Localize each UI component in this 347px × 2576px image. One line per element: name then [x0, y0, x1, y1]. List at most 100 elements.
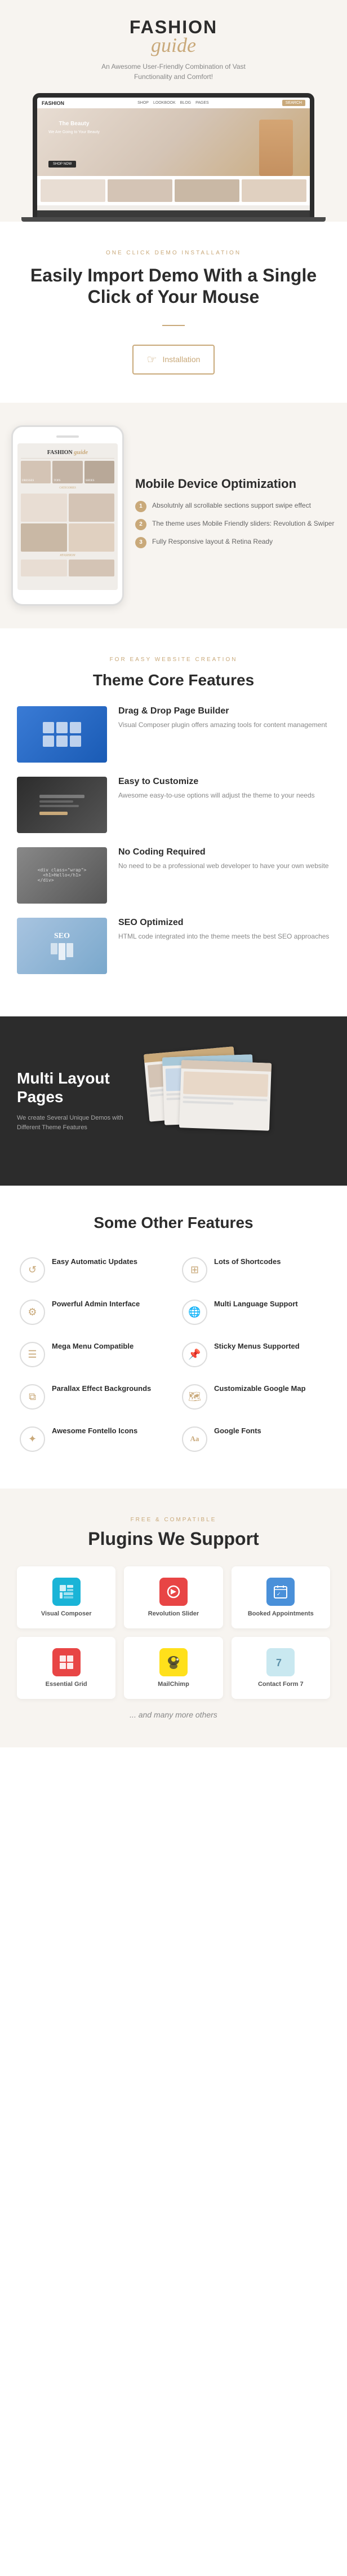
- other-features-title: Some Other Features: [11, 1214, 336, 1232]
- feature-row-coding: <div class="wrap"> <h1>Hello</h1> </div>…: [17, 847, 330, 904]
- feature-img-seo: SEO: [17, 918, 107, 974]
- multi-layout-section: Multi Layout Pages We create Several Uni…: [0, 1016, 347, 1186]
- laptop-mockup: FASHION SHOP LOOKBOOK BLOG PAGES SEARCH …: [33, 93, 314, 222]
- plugins-grid: Visual Composer Revolution Slider ✓: [17, 1566, 330, 1699]
- multi-layout-mockups: [146, 1045, 330, 1157]
- megamenu-icon: ☰: [20, 1342, 45, 1367]
- brand-logo: FASHION guide: [11, 17, 336, 57]
- plugin-book-icon: ✓: [266, 1578, 295, 1606]
- plugin-mail-name: MailChimp: [158, 1681, 189, 1688]
- plugin-essential-grid: Essential Grid: [17, 1637, 115, 1699]
- plugin-vc-name: Visual Composer: [41, 1610, 92, 1617]
- mobile-feature-1: 1 Absolutnly all scrollable sections sup…: [135, 501, 336, 512]
- feature-text-customize: Easy to Customize Awesome easy-to-use op…: [118, 777, 330, 801]
- phone-outer: FASHION guide DRESSES TOPS SHOES CATEGOR…: [11, 425, 124, 606]
- svg-text:7: 7: [276, 1657, 282, 1668]
- plugin-visual-composer: Visual Composer: [17, 1566, 115, 1628]
- phone-categories-label: CATEGORIES: [21, 485, 114, 491]
- feature-grid-item-fontello: ✦ Awesome Fontello Icons: [11, 1418, 174, 1460]
- plugin-rev-icon: [159, 1578, 188, 1606]
- feature-row-customize: Easy to Customize Awesome easy-to-use op…: [17, 777, 330, 833]
- sticky-icon: 📌: [182, 1342, 207, 1367]
- laptop-base: [21, 217, 326, 222]
- plugin-grid-name: Essential Grid: [46, 1681, 87, 1688]
- multilang-title: Multi Language Support: [214, 1300, 298, 1308]
- demo-title: Easily Import Demo With a Single Click o…: [23, 265, 324, 308]
- mobile-content: Mobile Device Optimization 1 Absolutnly …: [135, 476, 336, 555]
- phone-mockup: FASHION guide DRESSES TOPS SHOES CATEGOR…: [11, 425, 124, 606]
- feature-desc-coding: No need to be a professional web develop…: [118, 861, 330, 871]
- laptop-nav-bar: FASHION SHOP LOOKBOOK BLOG PAGES SEARCH: [37, 98, 310, 108]
- plugin-vc-icon: [52, 1578, 81, 1606]
- megamenu-title: Mega Menu Compatible: [52, 1342, 134, 1350]
- installation-button[interactable]: ☞ Installation: [132, 345, 215, 375]
- laptop-outer: FASHION SHOP LOOKBOOK BLOG PAGES SEARCH …: [33, 93, 314, 217]
- multi-layout-text: Multi Layout Pages We create Several Uni…: [17, 1069, 130, 1133]
- laptop-screen: FASHION SHOP LOOKBOOK BLOG PAGES SEARCH …: [37, 98, 310, 210]
- updates-icon: ↺: [20, 1257, 45, 1283]
- feature-grid-item-updates: ↺ Easy Automatic Updates: [11, 1249, 174, 1291]
- feature-desc-drag: Visual Composer plugin offers amazing to…: [118, 720, 330, 730]
- feature-row-seo: SEO SEO Optimized HTML code integrated i…: [17, 918, 330, 974]
- installation-button-label: Installation: [163, 355, 201, 364]
- hero-section: FASHION guide An Awesome User-Friendly C…: [0, 0, 347, 222]
- demo-section: ONE CLICK DEMO INSTALLATION Easily Impor…: [0, 222, 347, 403]
- section-divider: [162, 325, 185, 326]
- feature-desc-seo: HTML code integrated into the theme meet…: [118, 931, 330, 942]
- plugin-mailchimp: MailChimp: [124, 1637, 223, 1699]
- feature-img-customize: [17, 777, 107, 833]
- feature-grid-item-parallax: ⧉ Parallax Effect Backgrounds: [11, 1376, 174, 1418]
- feature-row-drag: Drag & Drop Page Builder Visual Composer…: [17, 706, 330, 763]
- mobile-feature-3: 3 Fully Responsive layout & Retina Ready: [135, 537, 336, 548]
- phone-fashion-label: #FASHION: [21, 554, 114, 557]
- laptop-hero-image: The Beauty We Are Going to Your Beauty S…: [37, 108, 310, 176]
- plugins-title: Plugins We Support: [17, 1529, 330, 1549]
- feature-title-coding: No Coding Required: [118, 847, 330, 857]
- sticky-title: Sticky Menus Supported: [214, 1342, 300, 1350]
- laptop-nav-search: SEARCH: [282, 100, 305, 106]
- feature-img-drag: [17, 706, 107, 763]
- feature-text-drag: Drag & Drop Page Builder Visual Composer…: [118, 706, 330, 730]
- plugin-cf7: 7 Contact Form 7: [232, 1637, 330, 1699]
- mobile-feature-2: 2 The theme uses Mobile Friendly sliders…: [135, 519, 336, 530]
- other-features-section: Some Other Features ↺ Easy Automatic Upd…: [0, 1186, 347, 1489]
- shortcodes-icon: ⊞: [182, 1257, 207, 1283]
- feature-grid-item-megamenu: ☰ Mega Menu Compatible: [11, 1333, 174, 1376]
- cursor-icon: ☞: [147, 353, 157, 367]
- feature-title-seo: SEO Optimized: [118, 918, 330, 928]
- phone-categories: DRESSES TOPS SHOES: [21, 461, 114, 483]
- feature-text-seo: SEO Optimized HTML code integrated into …: [118, 918, 330, 942]
- multi-layout-desc: We create Several Unique Demos with Diff…: [17, 1113, 130, 1133]
- mockup-page-3: [179, 1060, 272, 1131]
- features-grid: ↺ Easy Automatic Updates ⊞ Lots of Short…: [11, 1249, 336, 1460]
- phone-screen: FASHION guide DRESSES TOPS SHOES CATEGOR…: [17, 443, 118, 590]
- map-icon: 🗺: [182, 1384, 207, 1410]
- plugin-book-name: Booked Appointments: [248, 1610, 314, 1617]
- phone-logo: FASHION guide: [21, 447, 114, 459]
- feature-grid-item-map: 🗺 Customizable Google Map: [174, 1376, 336, 1418]
- fontello-title: Awesome Fontello Icons: [52, 1426, 137, 1435]
- phone-products: [21, 494, 114, 552]
- plugin-mail-icon: [159, 1648, 188, 1676]
- core-features-label: FOR EASY WEBSITE CREATION: [17, 657, 330, 663]
- phone-speaker: [56, 435, 79, 438]
- laptop-figure: [259, 120, 293, 176]
- shortcodes-title: Lots of Shortcodes: [214, 1257, 281, 1266]
- brand-script: guide: [11, 33, 336, 57]
- feature-desc-customize: Awesome easy-to-use options will adjust …: [118, 790, 330, 801]
- parallax-title: Parallax Effect Backgrounds: [52, 1384, 151, 1393]
- plugin-cf7-name: Contact Form 7: [258, 1681, 304, 1688]
- mobile-section: FASHION guide DRESSES TOPS SHOES CATEGOR…: [0, 403, 347, 628]
- laptop-nav-logo: FASHION: [42, 100, 64, 106]
- map-title: Customizable Google Map: [214, 1384, 306, 1393]
- fontello-icon: ✦: [20, 1426, 45, 1452]
- feature-grid-item-admin: ⚙ Powerful Admin Interface: [11, 1291, 174, 1333]
- feature-grid-item-sticky: 📌 Sticky Menus Supported: [174, 1333, 336, 1376]
- multi-layout-title: Multi Layout Pages: [17, 1069, 130, 1107]
- laptop-nav-links: SHOP LOOKBOOK BLOG PAGES: [137, 101, 209, 105]
- plugins-section: FREE & COMPATIBLE Plugins We Support Vis…: [0, 1489, 347, 1747]
- updates-title: Easy Automatic Updates: [52, 1257, 137, 1266]
- more-plugins-text: ... and many more others: [17, 1710, 330, 1719]
- gfonts-title: Google Fonts: [214, 1426, 261, 1435]
- feature-grid-item-multilang: 🌐 Multi Language Support: [174, 1291, 336, 1333]
